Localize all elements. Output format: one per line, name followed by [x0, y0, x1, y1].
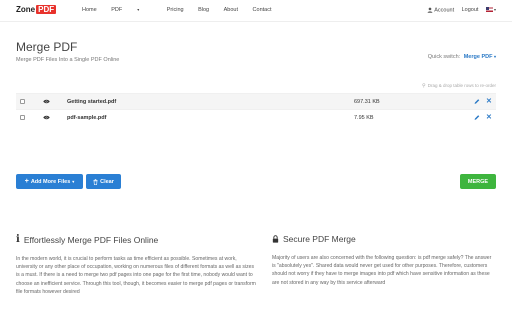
- logo-text: Zone: [16, 5, 36, 14]
- lock-icon: [272, 235, 279, 243]
- info-heading-text: Effortlessly Merge PDF Files Online: [23, 234, 159, 245]
- quick-switch-dropdown[interactable]: Merge PDF ▾: [464, 54, 496, 60]
- clear-button[interactable]: Clear: [86, 174, 121, 189]
- close-icon[interactable]: ✕: [486, 98, 492, 106]
- pencil-icon[interactable]: [474, 114, 480, 121]
- menu-item-pdf[interactable]: PDF ▾: [111, 7, 152, 13]
- eye-icon[interactable]: [43, 114, 50, 121]
- menu-item-about[interactable]: About: [224, 7, 238, 13]
- trash-icon: [93, 178, 98, 185]
- account-label: Account: [434, 7, 455, 14]
- page-title: Merge PDF: [16, 40, 78, 54]
- security-paragraph: Majority of users are also concerned wit…: [272, 255, 492, 286]
- table-row[interactable]: Getting started.pdf 697.31 KB ✕: [16, 93, 496, 109]
- menu-item-blog[interactable]: Blog: [198, 7, 209, 13]
- file-size: 697.31 KB: [354, 98, 380, 105]
- user-icon: [427, 7, 433, 13]
- logo-badge: PDF: [36, 5, 57, 14]
- menu-item-pricing[interactable]: Pricing: [167, 7, 184, 13]
- clear-label: Clear: [100, 178, 114, 185]
- info-paragraph: In the modern world, it is crucial to pe…: [16, 256, 256, 295]
- language-selector[interactable]: ▾: [485, 7, 496, 13]
- menu-item-contact[interactable]: Contact: [253, 7, 272, 13]
- page-subtitle: Merge PDF Files Into a Single PDF Online: [16, 57, 120, 63]
- drag-hint: ⚲ Drag & drop table rows to re-order: [422, 83, 496, 89]
- chevron-down-icon: ▾: [137, 7, 140, 12]
- account-link[interactable]: Account: [427, 7, 454, 13]
- pencil-icon[interactable]: [474, 98, 480, 105]
- info-section-security: Secure PDF Merge Majority of users are a…: [272, 234, 496, 287]
- info-heading: i Effortlessly Merge PDF Files Online: [16, 234, 256, 245]
- security-heading: Secure PDF Merge: [272, 234, 496, 244]
- main-menu: Home PDF ▾ Pricing Blog About Contact: [82, 7, 285, 13]
- logo[interactable]: Zone PDF: [16, 5, 57, 14]
- menu-item-pdf-label: PDF: [111, 7, 123, 13]
- menu-item-home[interactable]: Home: [82, 7, 97, 13]
- user-nav: Account Logout ▾: [421, 7, 496, 14]
- chevron-down-icon: ▾: [493, 7, 496, 13]
- row-checkbox[interactable]: [20, 115, 25, 120]
- plus-icon: +: [24, 177, 29, 185]
- drag-hint-text: Drag & drop table rows to re-order: [427, 83, 496, 88]
- top-navbar: Zone PDF Home PDF ▾ Pricing Blog About Con…: [0, 0, 512, 22]
- file-table: Getting started.pdf 697.31 KB ✕ pdf-samp…: [16, 93, 496, 125]
- merge-button[interactable]: MERGE: [460, 174, 496, 189]
- eye-icon[interactable]: [43, 98, 50, 105]
- quick-switch-value: Merge PDF: [463, 54, 493, 60]
- info-icon: i: [16, 234, 20, 245]
- chevron-down-icon: ▾: [72, 179, 75, 184]
- file-name: pdf-sample.pdf: [67, 114, 107, 121]
- close-icon[interactable]: ✕: [486, 114, 492, 122]
- quick-switch-label: Quick switch:: [427, 54, 461, 60]
- security-heading-text: Secure PDF Merge: [283, 234, 356, 244]
- file-name: Getting started.pdf: [67, 98, 117, 105]
- table-row[interactable]: pdf-sample.pdf 7.95 KB ✕: [16, 109, 496, 125]
- row-checkbox[interactable]: [20, 99, 25, 104]
- us-flag-icon: [485, 7, 493, 13]
- logout-link[interactable]: Logout: [462, 7, 479, 13]
- map-marker-icon: ⚲: [422, 83, 426, 89]
- add-more-files-button[interactable]: + Add More Files ▾: [16, 174, 83, 189]
- file-size: 7.95 KB: [354, 114, 374, 121]
- info-section-efficiency: i Effortlessly Merge PDF Files Online In…: [16, 234, 256, 296]
- chevron-down-icon: ▾: [493, 54, 496, 59]
- add-more-files-label: Add More Files: [30, 178, 71, 185]
- quick-switch: Quick switch: Merge PDF ▾: [428, 54, 496, 60]
